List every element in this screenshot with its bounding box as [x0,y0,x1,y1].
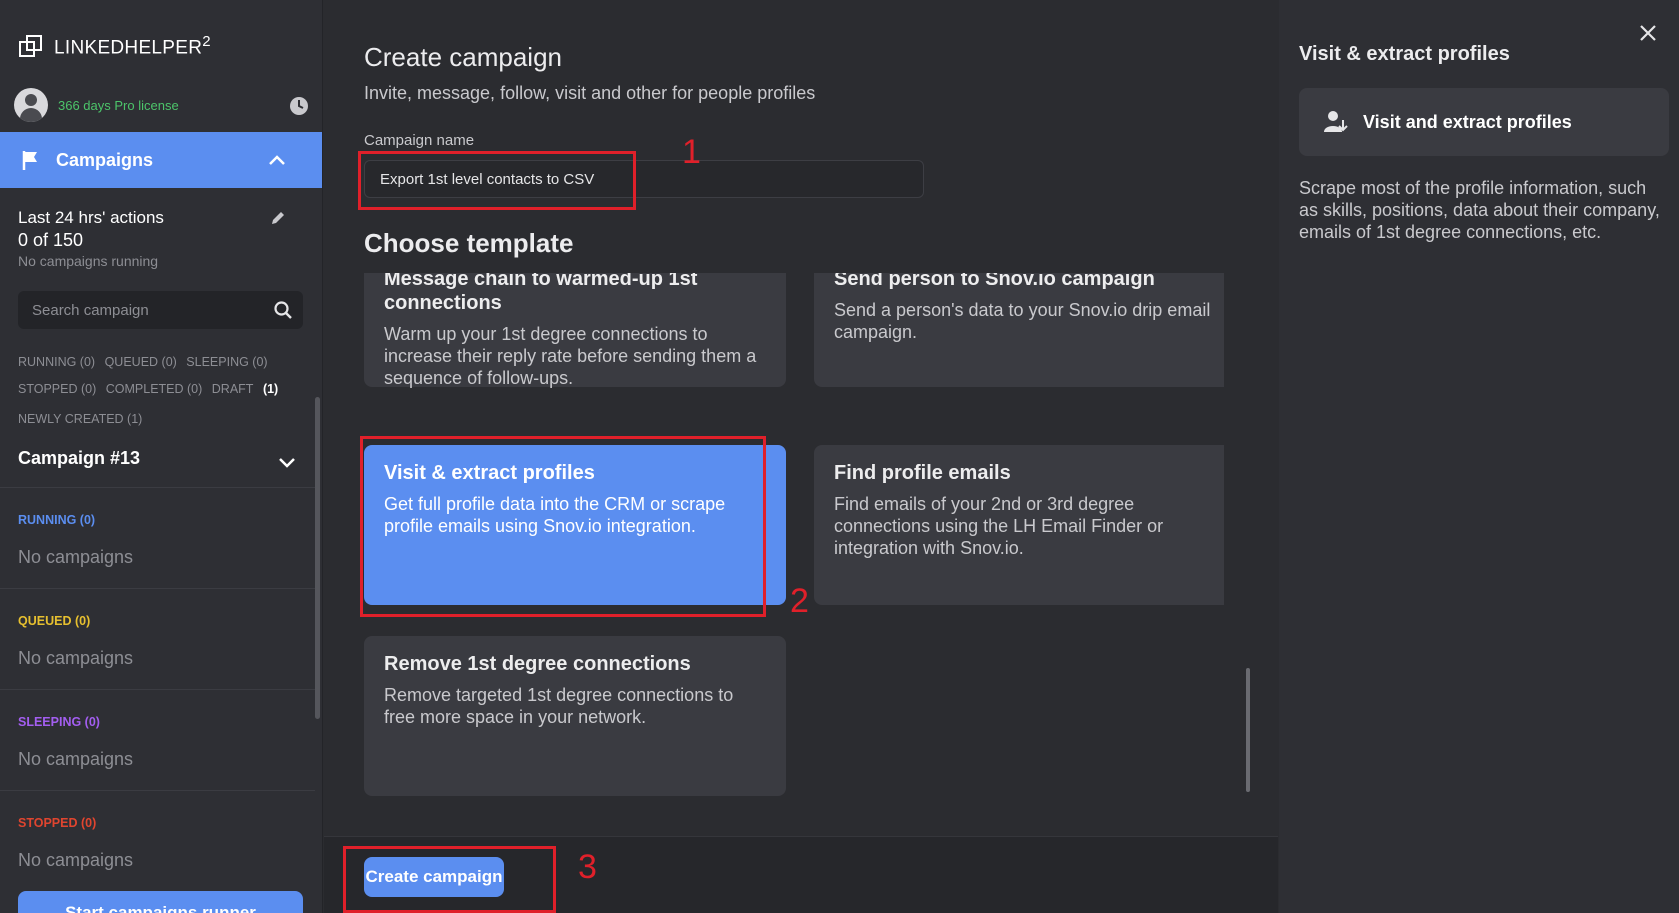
template-title: Message chain to warmed-up 1st connectio… [384,273,698,314]
section-queued: QUEUED (0) No campaigns [0,588,315,689]
template-desc: Warm up your 1st degree connections to i… [384,324,757,388]
actions-status: No campaigns running [18,253,159,269]
annotation-box-3 [343,846,556,913]
sidebar-scrollbar[interactable] [315,397,320,719]
template-desc: Send a person's data to your Snov.io dri… [834,300,1211,342]
template-details-panel: Visit & extract profiles Visit and extra… [1279,0,1679,913]
template-desc: Find emails of your 2nd or 3rd degree co… [834,494,1164,558]
chevron-down-icon[interactable] [276,451,298,473]
brand: LINKEDHELPER2 [18,33,211,59]
filter-draft[interactable]: DRAFT (1) [212,382,278,396]
filter-stopped[interactable]: STOPPED (0) [18,382,96,396]
template-title: Find profile emails [834,462,1011,484]
pencil-icon[interactable] [270,210,286,226]
annotation-number-3: 3 [578,848,597,886]
page-subtitle: Invite, message, follow, visit and other… [364,83,816,103]
filter-queued[interactable]: QUEUED (0) [105,355,177,369]
chevron-up-icon[interactable] [266,149,288,171]
license-text: 366 days Pro license [58,97,179,113]
sidebar: LINKEDHELPER2 366 days Pro license Campa… [0,0,323,913]
filter-running[interactable]: RUNNING (0) [18,355,95,369]
section-empty: No campaigns [18,749,134,769]
filter-sleeping[interactable]: SLEEPING (0) [186,355,267,369]
section-running: RUNNING (0) No campaigns [0,487,315,588]
section-empty: No campaigns [18,850,134,870]
user-download-icon [1324,111,1348,132]
status-filters: RUNNING (0) QUEUED (0) SLEEPING (0) STOP… [18,349,308,403]
campaign-name: Campaign #13 [18,448,141,468]
annotation-number-1: 1 [682,133,701,171]
filter-completed[interactable]: COMPLETED (0) [106,382,203,396]
section-empty: No campaigns [18,547,134,567]
campaign-item[interactable]: Campaign #13 [18,448,298,469]
campaign-name-label: Campaign name [364,132,475,149]
sidebar-item-campaigns[interactable]: Campaigns [0,132,322,188]
section-head[interactable]: RUNNING (0) [18,513,95,527]
page-title: Create campaign [364,42,562,72]
details-action-label: Visit and extract profiles [1363,111,1572,132]
actions-title: Last 24 hrs' actions [18,208,164,227]
template-title: Remove 1st degree connections [384,653,691,675]
search-box [18,291,303,329]
search-input[interactable] [18,291,258,329]
template-scrollbar[interactable] [1246,668,1250,792]
actions-count: 0 of 150 [18,230,84,250]
choose-template-title: Choose template [364,228,574,258]
template-desc: Remove targeted 1st degree connections t… [384,685,734,727]
section-empty: No campaigns [18,648,134,668]
avatar[interactable] [14,88,48,122]
template-card-find-emails[interactable]: Find profile emails Find emails of your … [814,445,1224,605]
template-title: Send person to Snov.io campaign [834,273,1155,290]
create-campaign-panel: Create campaign Invite, message, follow,… [324,0,1278,913]
license-row: 366 days Pro license [14,88,309,122]
search-icon[interactable] [273,300,293,320]
template-card-remove-connections[interactable]: Remove 1st degree connections Remove tar… [364,636,786,796]
template-card-snovio[interactable]: Send person to Snov.io campaign Send a p… [814,273,1224,387]
template-card-message-chain[interactable]: Message chain to warmed-up 1st connectio… [364,273,786,388]
details-action-card: Visit and extract profiles [1299,88,1669,156]
close-icon[interactable] [1637,22,1659,44]
newly-created-label: NEWLY CREATED (1) [18,412,143,426]
section-head[interactable]: STOPPED (0) [18,816,96,830]
section-head[interactable]: SLEEPING (0) [18,715,100,729]
annotation-number-2: 2 [790,582,809,620]
flag-icon [22,151,37,170]
details-title: Visit & extract profiles [1299,43,1510,65]
clock-icon[interactable] [289,96,309,116]
section-head[interactable]: QUEUED (0) [18,614,90,628]
linkedhelper-logo-icon [19,35,42,58]
section-sleeping: SLEEPING (0) No campaigns [0,689,315,790]
sidebar-item-label: Campaigns [56,149,154,170]
annotation-box-1 [358,151,636,210]
annotation-box-2 [360,436,766,617]
details-description: Scrape most of the profile information, … [1299,178,1660,242]
start-runner-button[interactable]: Start campaigns runner [18,891,303,913]
brand-name: LINKEDHELPER2 [54,33,211,59]
